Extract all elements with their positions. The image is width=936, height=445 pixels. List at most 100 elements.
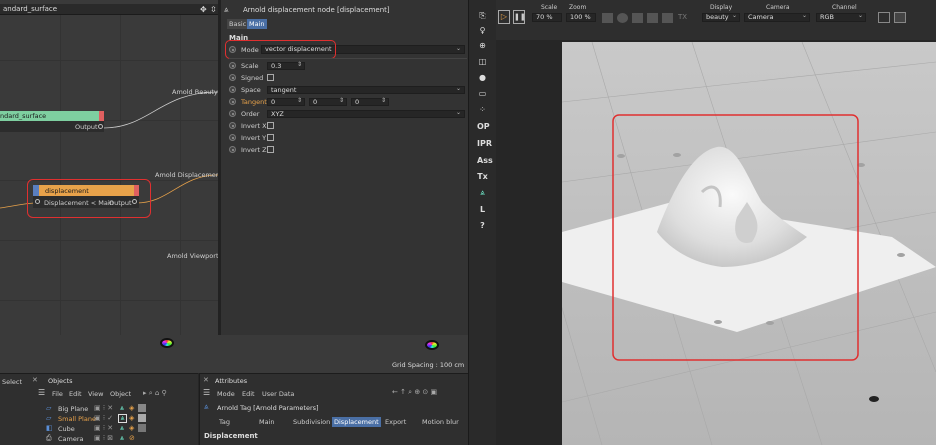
menu-object[interactable]: Object [110,390,131,398]
display-select[interactable]: beauty ⌄ [702,13,740,22]
pencil-icon[interactable] [662,13,673,23]
material-thumbnail[interactable] [138,414,146,422]
menu-mode[interactable]: Mode [217,390,235,398]
scale-input[interactable]: 0.3 ⇕ [267,62,305,70]
play-icon[interactable]: ▷ [498,10,510,24]
tab-main[interactable]: Main [259,418,275,426]
render-canvas[interactable] [562,42,936,445]
help-button[interactable]: ? [477,220,488,231]
sphere-icon[interactable]: ● [477,72,488,83]
tangent-z-input[interactable]: 0 ⇕ [351,98,389,106]
standard-surface-node-header[interactable]: ndard_surface (standard_surface) [0,111,104,128]
menu-edit[interactable]: Edit [242,390,255,398]
bulb-icon[interactable]: ♀ [477,25,488,36]
material-tag-icon[interactable]: ◈ [129,424,134,432]
tangent-y-input[interactable]: 0 ⇕ [309,98,347,106]
arnold-tag-icon[interactable]: ⩓ [120,404,124,413]
globe-icon[interactable]: ⊕ [477,40,488,51]
signed-animate-toggle[interactable] [229,74,236,81]
scale-input[interactable]: 70 % [532,13,562,22]
stepper-icon[interactable]: ⇕ [297,62,302,68]
tx-icon[interactable]: TX [678,13,687,21]
menu-edit[interactable]: Edit [69,390,82,398]
tangent-animate-toggle[interactable] [229,98,236,105]
standard-surface-node-body[interactable]: Output [0,121,104,132]
invert-z-checkbox[interactable] [267,146,274,153]
space-select[interactable]: tangent ⌄ [267,86,465,94]
grid-icon[interactable] [632,13,643,23]
list-item[interactable]: ▱ Small Plane ▣ ⁝ ✓ ⩓ ◈ [38,414,198,423]
op-button[interactable]: OP [477,121,490,132]
close-icon[interactable]: ✕ [32,376,38,384]
output-port[interactable] [98,124,103,129]
ass-button[interactable]: Ass [477,155,493,166]
scale-animate-toggle[interactable] [229,62,236,69]
invert-x-animate-toggle[interactable] [229,122,236,129]
material-tag-icon[interactable]: ◈ [129,404,134,412]
editor-viewport[interactable]: Grid Spacing : 100 cm [0,335,468,373]
document-icon[interactable]: ▭ [477,88,488,99]
stepper-icon[interactable]: ⇕ [339,98,344,104]
tab-displacement[interactable]: Displacement [332,417,381,427]
visibility-icon[interactable]: ▣ ⁝ ✕ [94,424,113,432]
dots-icon[interactable]: ⁘ [477,104,488,115]
search-icon[interactable]: ▸ ⌕ ⌂ ⚲ [143,389,167,398]
channel-select[interactable]: RGB ⌄ [816,13,866,22]
cube-icon[interactable]: ◫ [477,56,488,67]
menu-view[interactable]: View [88,390,103,398]
region-icon[interactable] [602,13,613,23]
arnold-tag-icon[interactable]: ⩓ [118,414,127,423]
tab-export[interactable]: Export [385,418,406,426]
stepper-icon[interactable]: ⇕ [381,98,386,104]
arnold-tag-icon[interactable]: ⩓ [120,424,124,433]
tab-motion-blur[interactable]: Motion blur [422,418,459,426]
list-item[interactable]: ▱ Big Plane ▣ ⁝ ✕ ⩓ ◈ [38,404,198,413]
menu-icon[interactable]: ☰ [38,388,45,397]
protection-tag-icon[interactable]: ⊘ [129,434,135,442]
zoom-input[interactable]: 100 % [566,13,596,22]
space-animate-toggle[interactable] [229,86,236,93]
camera-icon[interactable]: ⎘ [477,10,488,21]
order-select[interactable]: XYZ ⌄ [267,110,465,118]
pause-icon[interactable]: ❚❚ [513,10,526,24]
arnold-tag-icon[interactable]: ⩓ [120,434,124,443]
invert-y-checkbox[interactable] [267,134,274,141]
frame-icon[interactable] [647,13,658,23]
menu-icon[interactable]: ☰ [203,388,210,397]
arnold-icon[interactable]: ⩓ [477,187,488,198]
snapshot-icon[interactable] [878,12,890,23]
light-button[interactable]: L [477,204,488,215]
camera-select[interactable]: Camera ⌄ [744,13,810,22]
move-icon[interactable]: ✥ [200,5,207,14]
material-tag-icon[interactable]: ◈ [129,414,134,422]
target-icon[interactable] [617,13,628,23]
menu-file[interactable]: File [52,390,63,398]
list-item[interactable]: ◧ Cube ▣ ⁝ ✕ ⩓ ◈ [38,424,198,433]
node-editor[interactable]: Amold Beauty ndard_surface (standard_sur… [0,0,222,335]
visibility-icon[interactable]: ▣ ⁝ ✓ [94,414,113,422]
list-item[interactable]: ⎙ Camera ▣ ⁝ ⊠ ⩓ ⊘ [38,434,198,443]
tab-main[interactable]: Main [247,19,267,29]
ipr-button[interactable]: IPR [477,138,492,149]
tab-subdivision[interactable]: Subdivision [293,418,330,426]
visibility-icon[interactable]: ▣ ⁝ ✕ [94,404,113,412]
invert-y-animate-toggle[interactable] [229,134,236,141]
menu-user-data[interactable]: User Data [262,390,294,398]
material-thumbnail[interactable] [138,404,146,412]
close-icon[interactable]: ✕ [203,376,209,384]
tangent-label: Tangent [241,98,267,106]
nav-arrows-icon[interactable]: ← ↑ ⌕ ⊕ ⊙ ▣ [392,388,437,397]
pin-icon[interactable]: ⇳ [210,5,217,14]
invert-z-animate-toggle[interactable] [229,146,236,153]
invert-x-checkbox[interactable] [267,122,274,129]
stepper-icon[interactable]: ⇕ [297,98,302,104]
tab-basic[interactable]: Basic [227,19,249,29]
order-animate-toggle[interactable] [229,110,236,117]
visibility-icon[interactable]: ▣ ⁝ ⊠ [94,434,113,442]
tangent-x-input[interactable]: 0 ⇕ [267,98,305,106]
camera-snapshot-icon[interactable] [894,12,906,23]
tx-button[interactable]: Tx [477,171,488,182]
tab-tag[interactable]: Tag [219,418,230,426]
material-thumbnail[interactable] [138,424,146,432]
signed-checkbox[interactable] [267,74,274,81]
